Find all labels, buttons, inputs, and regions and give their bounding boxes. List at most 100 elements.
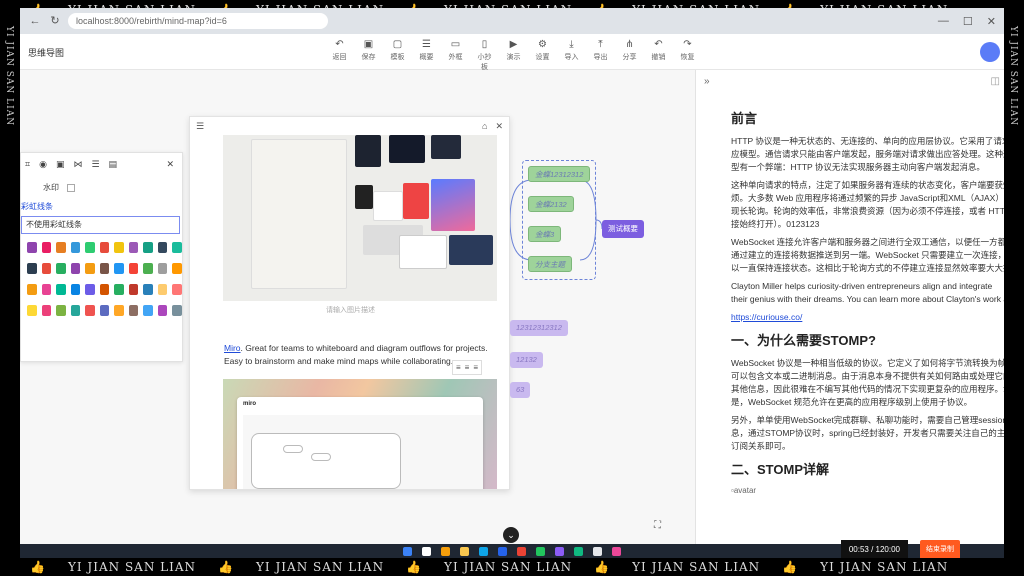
color-swatch[interactable]: [56, 305, 66, 316]
color-swatch[interactable]: [114, 263, 124, 274]
back-icon[interactable]: ←: [28, 14, 42, 28]
chevron-down-icon[interactable]: ⌄: [503, 527, 519, 543]
node-style-icon[interactable]: ▣: [56, 159, 65, 170]
color-swatch[interactable]: [70, 284, 81, 295]
fit-view-icon[interactable]: ⛶: [654, 520, 661, 531]
theme-icon[interactable]: ◉: [39, 159, 47, 170]
toolbar-button[interactable]: ▣ 保存: [359, 38, 378, 72]
color-swatch[interactable]: [128, 263, 139, 274]
taskbar-app-icon[interactable]: [441, 546, 450, 556]
color-swatch[interactable]: [27, 263, 37, 274]
color-swatch[interactable]: [27, 305, 37, 316]
color-swatch[interactable]: [128, 305, 139, 316]
collapse-icon[interactable]: »: [704, 76, 710, 87]
close-icon[interactable]: ✕: [495, 121, 503, 132]
taskbar-app-icon[interactable]: [460, 546, 469, 556]
color-swatch[interactable]: [41, 284, 52, 295]
color-swatch[interactable]: [27, 284, 37, 295]
color-swatch[interactable]: [172, 284, 183, 295]
color-swatch[interactable]: [99, 284, 110, 295]
close-panel-icon[interactable]: ✕: [166, 159, 174, 170]
toolbar-button[interactable]: ⚙ 设置: [533, 38, 552, 72]
taskbar-app-icon[interactable]: [498, 546, 507, 556]
color-swatch[interactable]: [143, 263, 153, 274]
stop-recording-button[interactable]: 结束录制: [920, 540, 960, 558]
image-icon[interactable]: ▤: [109, 159, 118, 170]
color-swatch[interactable]: [143, 305, 153, 316]
taskbar-app-icon[interactable]: [479, 546, 488, 556]
toolbar-button[interactable]: ⤓ 导入: [562, 38, 581, 72]
reload-icon[interactable]: ↻: [48, 14, 62, 28]
color-swatch[interactable]: [128, 284, 139, 295]
color-swatch[interactable]: [157, 263, 168, 274]
toolbar-button[interactable]: ⤒ 导出: [591, 38, 610, 72]
color-swatch[interactable]: [157, 305, 168, 316]
color-swatch[interactable]: [41, 242, 52, 253]
color-swatch[interactable]: [56, 263, 66, 274]
align-left-icon[interactable]: ≡: [456, 363, 461, 372]
color-swatch[interactable]: [56, 284, 66, 295]
color-swatch[interactable]: [99, 305, 110, 316]
toolbar-button[interactable]: ↶ 返回: [330, 38, 349, 72]
color-swatch[interactable]: [70, 305, 81, 316]
curiouse-link[interactable]: https://curiouse.co/: [731, 312, 802, 322]
taskbar-app-icon[interactable]: [612, 546, 621, 556]
taskbar-app-icon[interactable]: [536, 546, 545, 556]
color-swatch[interactable]: [85, 242, 95, 253]
color-swatch[interactable]: [143, 284, 153, 295]
color-swatch[interactable]: [114, 242, 124, 253]
layout-icon[interactable]: ⌗: [25, 159, 30, 170]
taskbar-app-icon[interactable]: [517, 546, 526, 556]
color-swatch[interactable]: [41, 263, 52, 274]
taskbar-app-icon[interactable]: [555, 546, 564, 556]
color-swatch[interactable]: [172, 242, 183, 253]
minimize-icon[interactable]: —: [938, 15, 949, 28]
color-swatch[interactable]: [85, 305, 95, 316]
color-swatch[interactable]: [85, 284, 95, 295]
mindmap-node[interactable]: 63: [510, 382, 531, 398]
url-bar[interactable]: localhost:8000/rebirth/mind-map?id=6: [68, 13, 328, 29]
close-icon[interactable]: ✕: [987, 15, 996, 28]
split-icon[interactable]: ◫: [991, 76, 1000, 87]
color-swatch[interactable]: [99, 263, 110, 274]
mindmap-node[interactable]: 金蝶2132: [528, 196, 574, 212]
align-center-icon[interactable]: ≡: [465, 363, 470, 372]
toolbar-button[interactable]: ⋔ 分享: [620, 38, 639, 72]
toolbar-button[interactable]: ▯ 小抄板: [475, 38, 494, 72]
mindmap-summary-node[interactable]: 测试概要: [602, 220, 644, 238]
color-swatch[interactable]: [157, 242, 168, 253]
toolbar-button[interactable]: ▭ 外框: [446, 38, 465, 72]
color-swatch[interactable]: [114, 284, 124, 295]
color-swatch[interactable]: [85, 263, 95, 274]
toolbar-button[interactable]: ▶ 演示: [504, 38, 523, 72]
align-right-icon[interactable]: ≡: [473, 363, 478, 372]
color-swatch[interactable]: [70, 263, 81, 274]
taskbar-app-icon[interactable]: [593, 546, 602, 556]
color-swatch[interactable]: [70, 242, 81, 253]
miro-link[interactable]: Miro: [224, 343, 241, 353]
menu-icon[interactable]: ☰: [196, 121, 204, 132]
taskbar-app-icon[interactable]: [422, 546, 431, 556]
taskbar-app-icon[interactable]: [403, 546, 412, 556]
taskbar-app-icon[interactable]: [574, 546, 583, 556]
maximize-icon[interactable]: ☐: [963, 15, 973, 28]
home-icon[interactable]: ⌂: [482, 121, 487, 132]
color-swatch[interactable]: [172, 263, 183, 274]
color-swatch[interactable]: [157, 284, 168, 295]
mindmap-node[interactable]: 金蝶3: [528, 226, 562, 242]
color-swatch[interactable]: [56, 242, 66, 253]
toolbar-button[interactable]: ▢ 模板: [388, 38, 407, 72]
avatar[interactable]: [980, 42, 1000, 62]
color-swatch[interactable]: [128, 242, 139, 253]
mindmap-canvas[interactable]: ⌗ ◉ ▣ ⋈ ☰ ▤ ✕ 水印 彩虹线条 不使用彩虹线条 ☰ ⌂ ✕ 请输入图…: [20, 70, 695, 544]
watermark-checkbox[interactable]: [67, 183, 75, 192]
outline-icon[interactable]: ☰: [91, 159, 99, 170]
mindmap-node[interactable]: 分支主题: [528, 256, 572, 272]
toolbar-button[interactable]: ↶ 撤销: [649, 38, 668, 72]
rainbow-line-option-none[interactable]: 不使用彩虹线条: [21, 216, 180, 234]
color-swatch[interactable]: [172, 305, 183, 316]
mindmap-node[interactable]: 12312312312: [510, 320, 568, 336]
toolbar-button[interactable]: ☰ 概要: [417, 38, 436, 72]
structure-icon[interactable]: ⋈: [73, 159, 82, 170]
color-swatch[interactable]: [114, 305, 124, 316]
